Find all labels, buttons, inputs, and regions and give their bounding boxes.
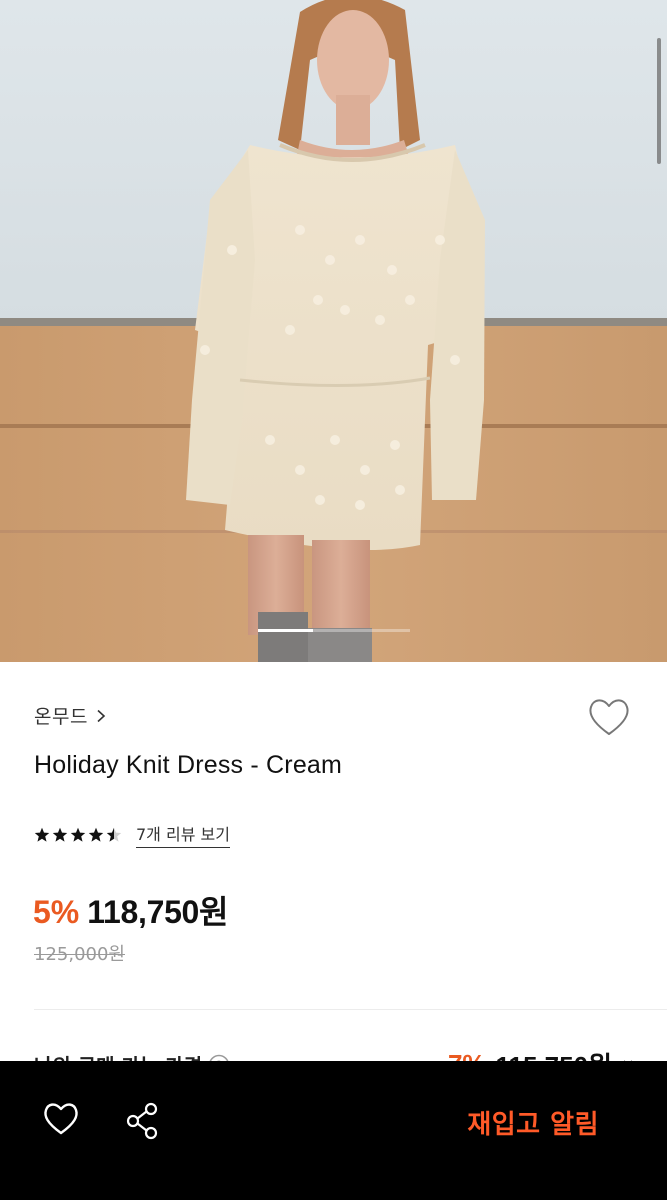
product-title: Holiday Knit Dress - Cream bbox=[34, 751, 343, 779]
page-scrollbar[interactable] bbox=[657, 38, 661, 164]
wishlist-heart-icon[interactable] bbox=[586, 696, 632, 738]
rating-row: 7개 리뷰 보기 bbox=[34, 821, 230, 848]
product-image-gallery[interactable] bbox=[0, 0, 667, 662]
star-icon bbox=[88, 827, 104, 842]
discount-rate: 5% bbox=[33, 894, 80, 930]
sale-price: 118,750원 bbox=[87, 894, 229, 930]
bottom-action-bar: 재입고 알림 bbox=[0, 1061, 667, 1200]
star-icon bbox=[106, 827, 122, 842]
star-icon bbox=[70, 827, 86, 842]
review-link[interactable]: 7개 리뷰 보기 bbox=[136, 821, 230, 848]
gallery-pager-indicator bbox=[258, 629, 313, 632]
brand-name: 온무드 bbox=[34, 706, 88, 728]
chevron-right-icon bbox=[97, 709, 106, 722]
brand-link[interactable]: 온무드 bbox=[34, 702, 106, 729]
original-price: 125,000원 bbox=[34, 944, 125, 965]
gallery-pager bbox=[258, 629, 410, 632]
share-icon[interactable] bbox=[124, 1101, 162, 1141]
product-photo bbox=[0, 0, 667, 662]
wishlist-heart-icon[interactable] bbox=[42, 1101, 80, 1137]
star-rating bbox=[34, 827, 122, 843]
section-divider bbox=[34, 1009, 667, 1010]
restock-alert-button[interactable]: 재입고 알림 bbox=[467, 1104, 599, 1141]
star-icon bbox=[52, 827, 68, 842]
price-row: 5% 118,750원 bbox=[33, 887, 229, 933]
star-icon bbox=[34, 827, 50, 842]
